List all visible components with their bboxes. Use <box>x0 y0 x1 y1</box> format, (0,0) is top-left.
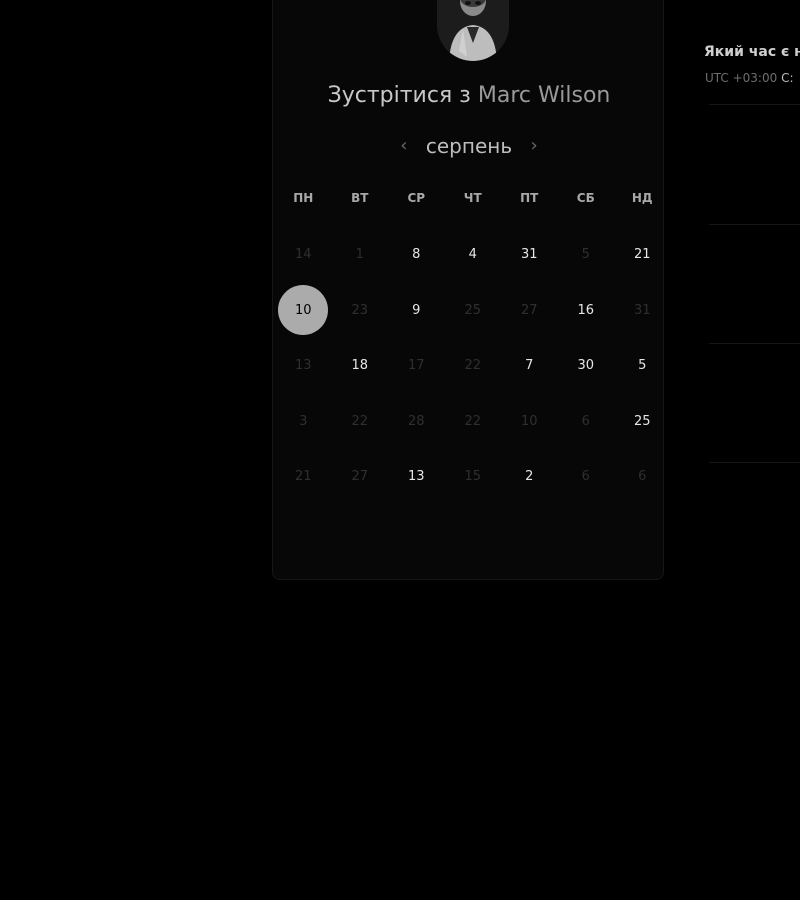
calendar-day-number: 27 <box>351 469 369 485</box>
calendar-day-number: 31 <box>520 247 538 263</box>
timezone-label[interactable]: UTC +03:00 С: <box>705 71 794 85</box>
calendar-day-number: 22 <box>351 413 369 429</box>
calendar-day: 23 <box>332 283 389 339</box>
calendar-day-number: 15 <box>464 469 482 485</box>
calendar-day-number: 17 <box>407 358 425 374</box>
calendar-day-number: 6 <box>638 469 647 485</box>
calendar-day[interactable]: 13 <box>388 449 445 505</box>
meeting-title: Зустрітися з Marc Wilson <box>273 83 665 108</box>
calendar-day-number: 4 <box>468 247 477 263</box>
calendar-day[interactable]: 9 <box>388 283 445 339</box>
calendar-day-number: 8 <box>412 247 421 263</box>
weekday-label: ПН <box>293 191 314 205</box>
calendar-day-number: 31 <box>633 302 651 318</box>
weekday-label: ЧТ <box>463 191 482 205</box>
calendar-day-number: 21 <box>633 247 651 263</box>
meeting-title-prefix: Зустрітися з <box>327 83 471 108</box>
weekday-label: СБ <box>576 191 595 205</box>
calendar-day-number: 10 <box>520 413 538 429</box>
slot-divider <box>709 104 800 105</box>
calendar-day-number: 5 <box>581 247 590 263</box>
time-question: Який час є н <box>704 44 800 60</box>
weekday-label: СР <box>407 191 426 205</box>
calendar-day: 22 <box>445 394 502 450</box>
calendar-day: 22 <box>445 338 502 394</box>
calendar-day-number: 13 <box>294 358 312 374</box>
calendar-day: 14 <box>275 227 332 283</box>
calendar-day-number: 3 <box>299 413 308 429</box>
calendar-day: 6 <box>558 394 615 450</box>
calendar-day[interactable]: 7 <box>501 338 558 394</box>
slot-divider <box>709 343 800 344</box>
calendar-day[interactable]: 25 <box>614 394 671 450</box>
calendar-day-number: 6 <box>581 469 590 485</box>
calendar-day[interactable]: 16 <box>558 283 615 339</box>
month-label: серпень <box>425 134 513 158</box>
calendar-day[interactable]: 5 <box>614 338 671 394</box>
calendar-day: 22 <box>332 394 389 450</box>
calendar-day-selected[interactable]: 10 <box>275 283 332 339</box>
calendar-day: 5 <box>558 227 615 283</box>
calendar-day: 6 <box>614 449 671 505</box>
calendar-day-number: 5 <box>638 358 647 374</box>
calendar-day[interactable]: 30 <box>558 338 615 394</box>
calendar-day-number: 6 <box>581 413 590 429</box>
host-name: Marc Wilson <box>477 83 611 108</box>
calendar-day-number: 25 <box>464 302 482 318</box>
calendar-day-number: 7 <box>525 358 534 374</box>
calendar-day-number: 21 <box>294 469 312 485</box>
calendar-day: 25 <box>445 283 502 339</box>
calendar-day-number: 10 <box>278 285 329 336</box>
calendar-day: 3 <box>275 394 332 450</box>
calendar-day: 6 <box>558 449 615 505</box>
user-avatar-icon <box>437 0 509 61</box>
calendar-day[interactable]: 2 <box>501 449 558 505</box>
calendar-day-number: 23 <box>351 302 369 318</box>
calendar-day: 15 <box>445 449 502 505</box>
calendar-day: 27 <box>332 449 389 505</box>
calendar-day-number: 22 <box>464 358 482 374</box>
booking-card: Зустрітися з Marc Wilson ‹ серпень › ПН … <box>272 0 664 580</box>
weekday-label: НД <box>631 191 653 205</box>
calendar-day-number: 1 <box>355 247 364 263</box>
timezone-name: С: <box>781 71 794 85</box>
calendar-day-number: 30 <box>577 358 595 374</box>
time-selection-panel: Який час є н UTC +03:00 С: <box>704 0 800 470</box>
calendar-day[interactable]: 31 <box>501 227 558 283</box>
calendar-day-number: 13 <box>407 469 425 485</box>
calendar-day: 28 <box>388 394 445 450</box>
calendar-day: 17 <box>388 338 445 394</box>
calendar-day[interactable]: 8 <box>388 227 445 283</box>
calendar-day[interactable]: 18 <box>332 338 389 394</box>
weekday-label: ПТ <box>520 191 539 205</box>
calendar-day-number: 28 <box>407 413 425 429</box>
calendar-day: 27 <box>501 283 558 339</box>
calendar-day-number: 18 <box>351 358 369 374</box>
weekday-header: ПН ВТ СР ЧТ ПТ СБ НД <box>275 191 671 205</box>
host-avatar <box>437 0 509 61</box>
calendar-day-number: 16 <box>577 302 595 318</box>
chevron-left-icon[interactable]: ‹ <box>396 134 412 158</box>
calendar-day: 10 <box>501 394 558 450</box>
calendar-day-number: 14 <box>294 247 312 263</box>
calendar-day-number: 22 <box>464 413 482 429</box>
timezone-offset: UTC +03:00 <box>705 71 778 85</box>
page: Зустрітися з Marc Wilson ‹ серпень › ПН … <box>0 0 800 900</box>
calendar-day-number: 27 <box>520 302 538 318</box>
calendar-day[interactable]: 21 <box>614 227 671 283</box>
month-navigation: ‹ серпень › <box>273 131 665 161</box>
calendar-day: 1 <box>332 227 389 283</box>
calendar-day-number: 2 <box>525 469 534 485</box>
calendar-day: 21 <box>275 449 332 505</box>
calendar-day-number: 25 <box>633 413 651 429</box>
slot-divider <box>709 462 800 463</box>
calendar-day: 13 <box>275 338 332 394</box>
weekday-label: ВТ <box>351 191 369 205</box>
calendar-day[interactable]: 4 <box>445 227 502 283</box>
calendar-days-grid: 14 1 8 4 31 5 21 10 23 9 25 27 16 31 13 18 17 22 7 30 5 3 22 28… <box>275 227 671 505</box>
calendar-day-number: 9 <box>412 302 421 318</box>
chevron-right-icon[interactable]: › <box>526 134 542 158</box>
calendar-day: 31 <box>614 283 671 339</box>
slot-divider <box>709 224 800 225</box>
